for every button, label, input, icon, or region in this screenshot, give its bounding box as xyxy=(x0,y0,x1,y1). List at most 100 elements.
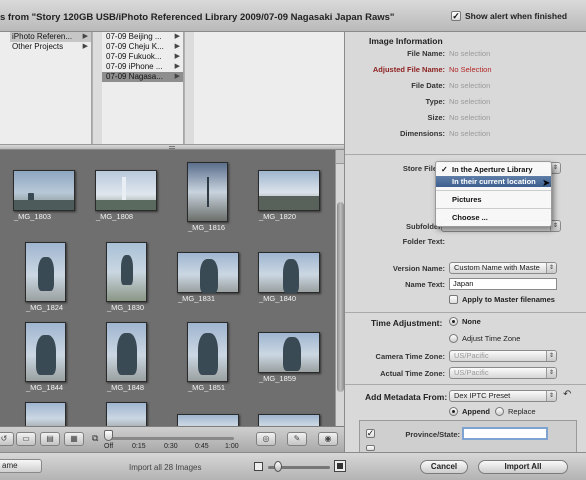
camera-time-zone-popup[interactable]: US/Pacific ⇕ xyxy=(449,350,557,362)
menu-item-choose[interactable]: Choose ... xyxy=(436,212,551,223)
thumbnail[interactable]: _MG_1824 xyxy=(25,242,66,312)
scrollbar-knob[interactable] xyxy=(337,202,344,392)
version-name-popup[interactable]: Custom Name with Maste ⇕ xyxy=(449,262,557,274)
checkmark-icon: ✓ xyxy=(441,165,448,174)
thumbnail[interactable]: _MG_1803 xyxy=(13,170,75,221)
thumbnail[interactable]: _MG_1848 xyxy=(106,322,147,392)
thumbnail[interactable]: _MG_1831 xyxy=(177,252,239,303)
tick-label: 0:30 xyxy=(164,443,178,450)
radio-selected-icon[interactable] xyxy=(449,407,458,416)
radio-icon[interactable] xyxy=(449,334,458,343)
splitter-grip-icon[interactable] xyxy=(169,146,175,149)
thumbnail[interactable]: _MG_1851 xyxy=(187,322,228,392)
radio-selected-icon[interactable] xyxy=(449,317,458,326)
status-bar: ame Import all 28 Images Cancel Import A… xyxy=(0,452,586,480)
chevron-right-icon: ▶ xyxy=(174,33,180,40)
view-button[interactable]: ▭ xyxy=(16,432,36,446)
small-thumbnail-icon[interactable] xyxy=(254,462,263,471)
auto-stack-slider-knob[interactable] xyxy=(104,430,113,441)
viewer-button[interactable]: ◉ xyxy=(318,432,338,446)
checkbox-icon[interactable] xyxy=(449,295,458,304)
menu-item-aperture-library[interactable]: ✓ In the Aperture Library xyxy=(436,164,551,175)
browser-item[interactable]: iPhoto Referen... ▶ xyxy=(10,32,91,42)
name-popup[interactable]: ame xyxy=(0,459,42,473)
menu-item-current-location[interactable]: In their current location xyxy=(436,176,551,187)
browser-scrollbar[interactable] xyxy=(92,32,102,144)
grid-scrollbar[interactable] xyxy=(335,150,344,426)
column-browser: iPhoto Referen... ▶ Other Projects ▶ 07-09… xyxy=(0,32,344,144)
adjust-time-zone-radio[interactable]: Adjust Time Zone xyxy=(449,334,520,343)
camera-time-zone-label: Camera Time Zone: xyxy=(375,352,445,361)
large-thumbnail-icon[interactable] xyxy=(334,460,346,472)
cancel-button[interactable]: Cancel xyxy=(420,460,468,474)
list-button[interactable]: ▦ xyxy=(64,432,84,446)
type-value: No selection xyxy=(449,97,491,106)
browser-item[interactable]: 07-09 iPhone ... ▶ xyxy=(102,62,183,72)
title-bar: s from "Story 120GB USB/iPhoto Reference… xyxy=(0,0,586,32)
eyedropper-button[interactable]: ✎ xyxy=(287,432,307,446)
next-checkbox[interactable] xyxy=(366,445,375,451)
auto-stack-slider-track[interactable] xyxy=(108,437,234,440)
radio-icon[interactable] xyxy=(495,407,504,416)
file-date-label: File Date: xyxy=(411,81,445,90)
thumbnail[interactable]: _MG_1840 xyxy=(258,252,320,303)
reset-icon[interactable]: ↶ xyxy=(563,389,571,400)
file-date-value: No selection xyxy=(449,81,491,90)
import-settings-panel: Image Information File Name: No selectio… xyxy=(344,32,586,452)
browser-scrollbar[interactable] xyxy=(184,32,194,144)
thumbnail[interactable]: _MG_1830 xyxy=(106,242,147,312)
province-label: Province/State: xyxy=(405,430,460,439)
metadata-fields-box: ✓ Province/State: xyxy=(359,420,577,452)
import-count-text: Import all 28 Images xyxy=(129,463,202,472)
menu-item-pictures[interactable]: Pictures xyxy=(436,194,551,205)
chevron-right-icon: ▶ xyxy=(82,43,88,50)
checkbox-checked-icon[interactable]: ✓ xyxy=(451,11,461,21)
browser-item[interactable]: 07-09 Beijing ... ▶ xyxy=(102,32,183,42)
rotate-left-button[interactable]: ↺ xyxy=(0,432,14,446)
show-alert-label: Show alert when finished xyxy=(465,11,568,21)
thumbnail[interactable] xyxy=(106,402,147,426)
scroll-up-button[interactable] xyxy=(336,150,344,164)
stack-button[interactable]: ▤ xyxy=(40,432,60,446)
append-radio[interactable]: Append xyxy=(449,407,490,416)
browser-item[interactable]: 07-09 Cheju K... ▶ xyxy=(102,42,183,52)
time-adjustment-header: Time Adjustment: xyxy=(371,318,443,328)
store-files-menu: ✓ In the Aperture Library In their curren… xyxy=(435,161,552,227)
replace-radio[interactable]: Replace xyxy=(495,407,536,416)
time-none-radio[interactable]: None xyxy=(449,317,481,326)
chevron-right-icon: ▶ xyxy=(174,73,180,80)
chevron-right-icon: ▶ xyxy=(174,53,180,60)
version-name-label: Version Name: xyxy=(392,264,445,273)
slider-knob[interactable] xyxy=(274,461,282,472)
popup-arrows-icon: ⇕ xyxy=(546,263,556,273)
thumbnail-size-slider[interactable] xyxy=(254,460,346,474)
thumbnail[interactable] xyxy=(258,414,320,426)
mouse-pointer-icon: ➤ xyxy=(542,178,551,189)
size-label: Size: xyxy=(427,113,445,122)
name-text-label: Name Text: xyxy=(405,280,445,289)
thumbnail[interactable]: _MG_1820 xyxy=(258,170,320,221)
metadata-preset-popup[interactable]: Dex IPTC Preset ⇕ xyxy=(449,390,557,402)
tick-label: 1:00 xyxy=(225,443,239,450)
browser-item[interactable]: Other Projects ▶ xyxy=(10,42,91,52)
thumbnail[interactable] xyxy=(177,414,239,426)
province-field[interactable] xyxy=(462,427,548,440)
show-alert-checkbox[interactable]: ✓ Show alert when finished xyxy=(451,11,567,21)
actual-time-zone-popup[interactable]: US/Pacific ⇕ xyxy=(449,367,557,379)
thumbnail[interactable]: _MG_1844 xyxy=(25,322,66,392)
thumbnail[interactable]: _MG_1808 xyxy=(95,170,157,221)
browser-item[interactable]: 07-09 Fukuok... ▶ xyxy=(102,52,183,62)
dimensions-label: Dimensions: xyxy=(399,129,445,138)
thumbnail[interactable]: _MG_1816 xyxy=(187,162,228,232)
popup-arrows-icon: ⇕ xyxy=(546,351,556,361)
import-all-button[interactable]: Import All xyxy=(478,460,568,474)
tick-label: Off xyxy=(104,443,114,450)
thumbnail[interactable] xyxy=(25,402,66,426)
thumbnail-grid: _MG_1803 _MG_1808 _MG_1816 _MG_1820 _MG_… xyxy=(0,150,335,426)
popup-arrows-icon: ⇕ xyxy=(546,368,556,378)
camera-button[interactable]: ◎ xyxy=(256,432,276,446)
name-text-field[interactable]: Japan xyxy=(449,278,557,290)
browser-item-selected[interactable]: 07-09 Nagasa... ▶ xyxy=(102,72,183,82)
thumbnail[interactable]: _MG_1859 xyxy=(258,332,320,383)
apply-to-master-checkbox[interactable]: Apply to Master filenames xyxy=(449,295,555,304)
